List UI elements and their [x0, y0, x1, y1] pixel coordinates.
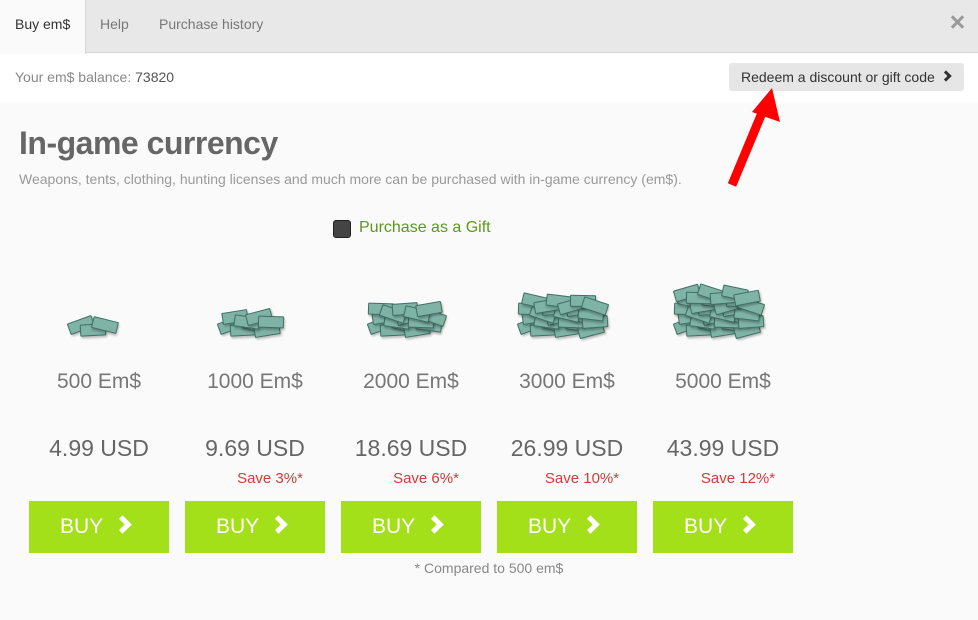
chevron-right-icon — [269, 515, 288, 534]
package-savings: Save 3%* — [237, 470, 303, 487]
tab-bar: Buy em$ Help Purchase history — [0, 0, 978, 54]
money-stack-image — [672, 265, 773, 355]
chevron-right-icon — [581, 515, 600, 534]
buy-label: BUY — [372, 515, 416, 538]
checkbox-icon[interactable] — [333, 220, 351, 238]
buy-button[interactable]: BUY — [653, 501, 793, 553]
package-savings: Save 10%* — [544, 470, 620, 487]
package-amount: 1000 Em$ — [207, 370, 303, 393]
money-stack-image — [49, 265, 149, 355]
footnote: * Compared to 500 em$ — [414, 560, 564, 576]
package-card: 5000 Em$ 43.99 USD Save 12%* BUY — [653, 265, 793, 553]
package-card: 3000 Em$ 26.99 USD Save 10%* BUY — [497, 265, 637, 553]
package-savings: Save 12%* — [700, 470, 776, 487]
package-card: 1000 Em$ 9.69 USD Save 3%* BUY — [185, 265, 325, 553]
package-amount: 3000 Em$ — [519, 370, 615, 393]
balance-display: Your em$ balance: 73820 — [15, 69, 174, 85]
page-title: In-game currency — [19, 125, 278, 161]
package-price: 18.69 USD — [354, 435, 468, 461]
money-stack-image — [205, 265, 305, 355]
close-icon[interactable] — [950, 15, 964, 29]
buy-label: BUY — [528, 515, 572, 538]
package-amount: 500 Em$ — [56, 370, 142, 393]
package-price: 26.99 USD — [510, 435, 624, 461]
package-amount: 5000 Em$ — [675, 370, 771, 393]
package-savings: Save 6%* — [393, 470, 459, 487]
buy-button[interactable]: BUY — [341, 501, 481, 553]
tab-help[interactable]: Help — [100, 0, 129, 53]
buy-label: BUY — [684, 515, 728, 538]
tab-buy-em[interactable]: Buy em$ — [0, 0, 86, 54]
package-card: 500 Em$ 4.99 USD BUY — [29, 265, 169, 553]
balance-value: 73820 — [135, 69, 175, 85]
money-stack-image — [516, 265, 617, 355]
chevron-right-icon — [113, 515, 132, 534]
tab-purchase-history[interactable]: Purchase history — [159, 0, 263, 53]
buy-button[interactable]: BUY — [29, 501, 169, 553]
gift-label: Purchase as a Gift — [359, 219, 491, 236]
balance-label: Your em$ balance: — [15, 69, 132, 85]
buy-button[interactable]: BUY — [185, 501, 325, 553]
buy-button[interactable]: BUY — [497, 501, 637, 553]
chevron-right-icon — [940, 70, 952, 82]
package-price: 9.69 USD — [205, 435, 305, 461]
package-price: 4.99 USD — [49, 435, 149, 461]
red-arrow-icon — [727, 88, 780, 187]
package-price: 43.99 USD — [666, 435, 780, 461]
buy-label: BUY — [216, 515, 260, 538]
package-card: 2000 Em$ 18.69 USD Save 6%* BUY — [341, 265, 481, 553]
chevron-right-icon — [425, 515, 444, 534]
money-stack-image — [361, 265, 461, 355]
buy-label: BUY — [60, 515, 104, 538]
balance-bar: Your em$ balance: 73820 Redeem a discoun… — [0, 54, 978, 103]
package-amount: 2000 Em$ — [363, 370, 459, 393]
page-subtitle: Weapons, tents, clothing, hunting licens… — [19, 171, 682, 187]
bill-icon — [257, 315, 285, 329]
chevron-right-icon — [737, 515, 756, 534]
